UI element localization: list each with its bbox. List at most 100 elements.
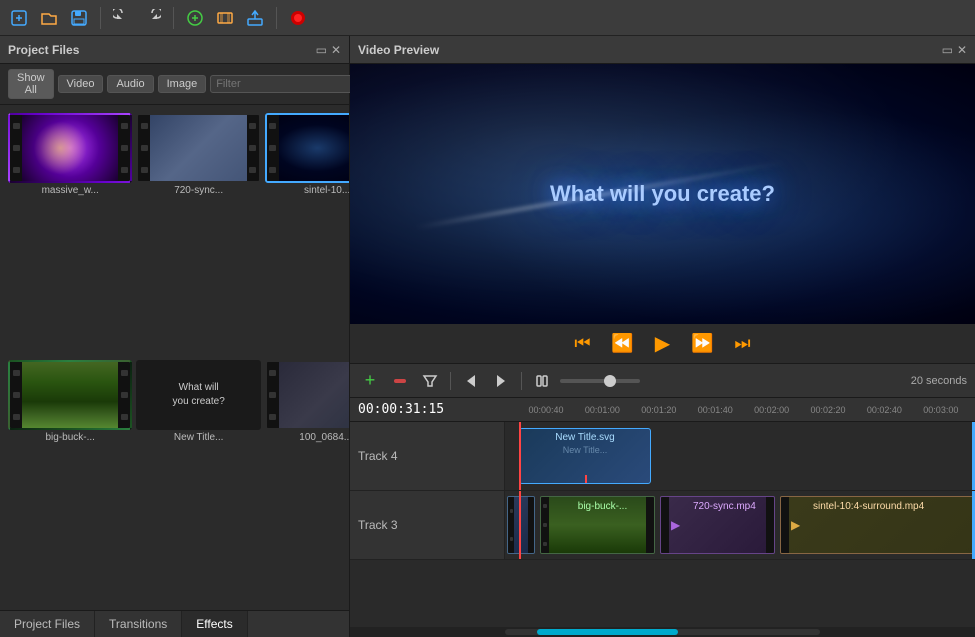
track-row-3: Track 3 [350, 491, 975, 560]
zoom-thumb[interactable] [604, 375, 616, 387]
open-button[interactable] [36, 5, 62, 31]
time-ruler: 00:00:31:15 00:00:40 00:01:00 00:01:20 0… [350, 398, 975, 422]
preview-header: Video Preview ▭ ✕ [350, 36, 975, 64]
pf-header-controls: ▭ ✕ [316, 43, 341, 57]
zoom-slider[interactable] [560, 379, 640, 383]
timeline-add-button[interactable]: + [358, 369, 382, 393]
clip-720sync-arrow: ▶ [671, 518, 680, 532]
pf-close-button[interactable]: ✕ [331, 43, 341, 57]
filter-image-button[interactable]: Image [158, 75, 207, 93]
clip-newtitle-label: New Title.svg [555, 432, 614, 443]
save-button[interactable] [66, 5, 92, 31]
clip-insert-button[interactable] [212, 5, 238, 31]
tab-project-files[interactable]: Project Files [0, 611, 95, 637]
tab-transitions[interactable]: Transitions [95, 611, 182, 637]
undo-button[interactable] [109, 5, 135, 31]
clip-720sync[interactable]: ▶ 720-sync.mp4 [660, 496, 775, 554]
thumbnail-item-3[interactable]: sintel-10... [265, 113, 349, 356]
playback-rewind-button[interactable]: ⏪ [608, 329, 638, 359]
h-scroll-thumb[interactable] [537, 629, 679, 635]
left-tabs: Project Files Transitions Effects [0, 610, 349, 637]
ruler-mark-2: 00:01:00 [585, 405, 620, 415]
playback-fast-forward-button[interactable]: ⏩ [688, 329, 718, 359]
playhead-track3 [519, 491, 521, 559]
thumbnail-label-4: big-buck-... [8, 432, 132, 443]
track-4-content[interactable]: New Title.svg New Title... [505, 422, 975, 490]
thumbnail-item-2[interactable]: 720-sync... [136, 113, 260, 356]
preview-video: What will you create? [350, 64, 975, 324]
left-panel: Project Files ▭ ✕ Show All Video Audio I… [0, 36, 350, 637]
timeline-next-button[interactable] [489, 369, 513, 393]
ruler-mark-3: 00:01:20 [641, 405, 676, 415]
clip-newtitle[interactable]: New Title.svg New Title... [519, 428, 651, 484]
new-button[interactable] [6, 5, 32, 31]
playback-play-button[interactable]: ▶ [648, 329, 678, 359]
thumbnail-item-5[interactable]: What willyou create? New Title... [136, 360, 260, 603]
thumbnail-item-4[interactable]: big-buck-... [8, 360, 132, 603]
main-layout: Project Files ▭ ✕ Show All Video Audio I… [0, 36, 975, 637]
preview-text: What will you create? [550, 181, 775, 207]
time-display: 00:00:31:15 [358, 402, 444, 417]
clip-720sync-label: 720-sync.mp4 [693, 501, 756, 512]
ruler-mark-5: 00:02:00 [754, 405, 789, 415]
thumbnail-item-6[interactable]: 100_0684.... [265, 360, 349, 603]
pf-minimize-button[interactable]: ▭ [316, 43, 327, 57]
preview-area: What will you create? [350, 64, 975, 324]
thumbnails-grid: massive_w... 720-sync... [0, 105, 349, 610]
thumbnail-label-5: New Title... [136, 432, 260, 443]
playback-controls: ⏮ ⏪ ▶ ⏩ ⏭ [350, 324, 975, 364]
export-button[interactable] [242, 5, 268, 31]
add-clip-button[interactable] [182, 5, 208, 31]
toolbar-separator-2 [173, 7, 174, 29]
clip-bigbuck[interactable]: big-buck-... [540, 496, 655, 554]
ruler-mark-7: 00:02:40 [867, 405, 902, 415]
h-scrollbar [350, 627, 975, 637]
right-panel: Video Preview ▭ ✕ What will you create? … [350, 36, 975, 637]
track-3-content[interactable]: big-buck-... ▶ 720-sync.mp4 [505, 491, 975, 559]
playback-goto-end-button[interactable]: ⏭ [728, 329, 758, 359]
toolbar-separator-1 [100, 7, 101, 29]
h-scroll-track[interactable] [505, 629, 820, 635]
record-button[interactable] [285, 5, 311, 31]
tl-sep-2 [521, 372, 522, 390]
thumbnail-label-2: 720-sync... [136, 185, 260, 196]
ruler-mark-4: 00:01:40 [698, 405, 733, 415]
ruler-marks: 00:00:40 00:01:00 00:01:20 00:01:40 00:0… [505, 398, 975, 421]
timeline-remove-button[interactable] [388, 369, 412, 393]
track-4-name: Track 4 [358, 449, 398, 463]
track-3-name: Track 3 [358, 518, 398, 532]
project-files-title: Project Files [8, 43, 79, 57]
tracks-container: Track 4 New Title.svg New Title... [350, 422, 975, 627]
thumbnail-label-1: massive_w... [8, 185, 132, 196]
filter-audio-button[interactable]: Audio [107, 75, 153, 93]
playback-goto-start-button[interactable]: ⏮ [568, 329, 598, 359]
clip-newtitle-marker [585, 475, 587, 483]
clip-sintel-arrow: ▶ [791, 518, 800, 532]
preview-title: Video Preview [358, 43, 439, 57]
timeline-content: 00:00:31:15 00:00:40 00:01:00 00:01:20 0… [350, 398, 975, 637]
tab-effects[interactable]: Effects [182, 611, 247, 637]
redo-button[interactable] [139, 5, 165, 31]
timeline-duration-label: 20 seconds [911, 375, 967, 387]
ruler-mark-6: 00:02:20 [811, 405, 846, 415]
timeline-filter-button[interactable] [418, 369, 442, 393]
timeline-toolbar: + [350, 364, 975, 398]
clip-m[interactable] [507, 496, 535, 554]
timeline-prev-button[interactable] [459, 369, 483, 393]
filter-input[interactable] [210, 75, 364, 93]
project-files-header: Project Files ▭ ✕ [0, 36, 349, 64]
filter-bar: Show All Video Audio Image [0, 64, 349, 105]
thumbnail-item-1[interactable]: massive_w... [8, 113, 132, 356]
filter-all-button[interactable]: Show All [8, 69, 54, 99]
toolbar-separator-3 [276, 7, 277, 29]
preview-close-button[interactable]: ✕ [957, 43, 967, 57]
track-row-4: Track 4 New Title.svg New Title... [350, 422, 975, 491]
preview-minimize-button[interactable]: ▭ [942, 43, 953, 57]
timeline-area: + [350, 364, 975, 637]
clip-sintel[interactable]: ▶ sintel-10:4-surround.mp4 [780, 496, 975, 554]
clip-newtitle-sublabel: New Title... [563, 445, 608, 455]
clip-bigbuck-label: big-buck-... [578, 501, 627, 512]
thumbnail-label-3: sintel-10... [265, 185, 349, 196]
filter-video-button[interactable]: Video [58, 75, 104, 93]
timeline-snap-button[interactable] [530, 369, 554, 393]
